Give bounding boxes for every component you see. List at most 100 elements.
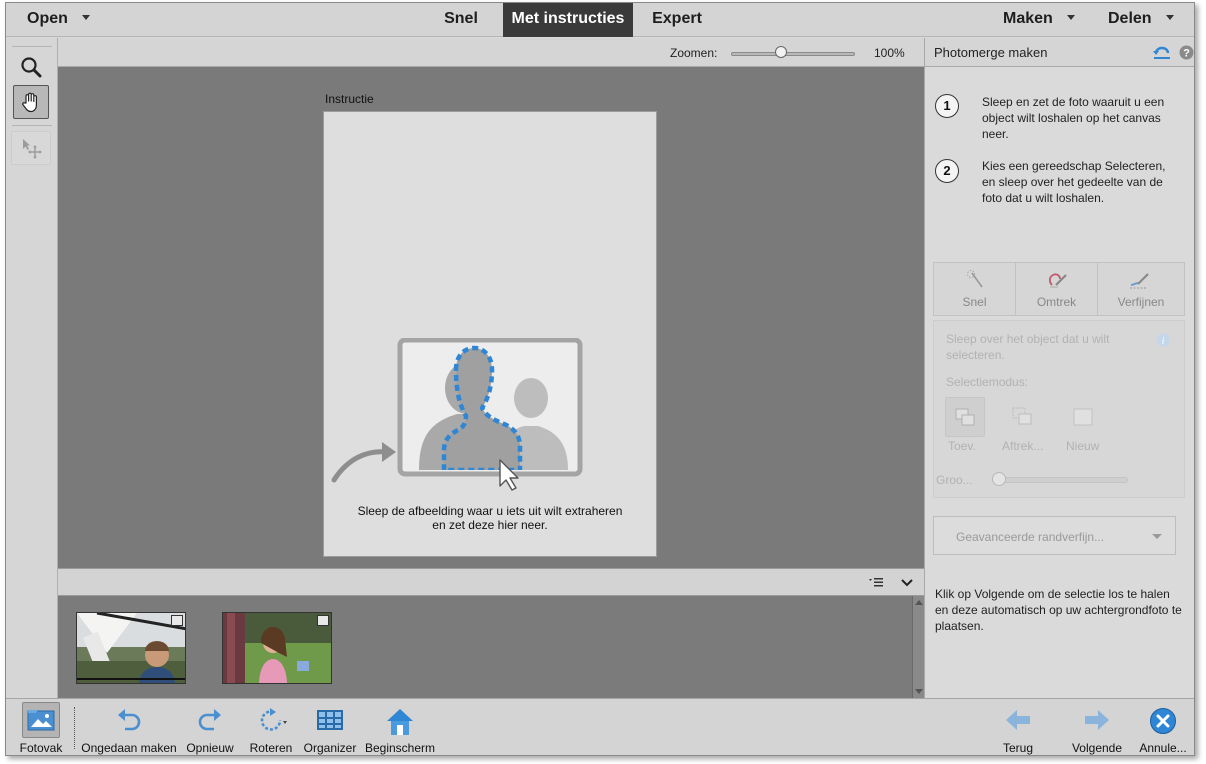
scroll-down-icon[interactable]: [915, 689, 923, 694]
tab-label: Snel: [962, 295, 987, 309]
move-tool-button[interactable]: [11, 131, 51, 165]
step-text: Kies een gereedschap Selecteren, en slee…: [982, 159, 1166, 205]
help-icon[interactable]: ?: [1179, 45, 1194, 60]
open-label: Open: [27, 10, 68, 27]
reset-icon[interactable]: [1153, 44, 1171, 60]
zoom-bar: Zoomen: 100%: [58, 38, 924, 67]
chevron-down-icon[interactable]: [900, 578, 914, 588]
close-circle-icon: [1150, 708, 1176, 734]
back-label: Terug: [1002, 741, 1034, 755]
advanced-refine-dropdown[interactable]: Geavanceerde randverfijn...: [933, 516, 1176, 555]
svg-text:?: ?: [1183, 48, 1190, 60]
tab-quick-selection[interactable]: Snel: [934, 263, 1016, 315]
panel-footer-text: Klik op Volgende om de selectie los te h…: [935, 587, 1182, 633]
refine-brush-icon: [1130, 273, 1149, 289]
drop-text-line-1: Sleep de afbeelding waar u iets uit wilt…: [357, 504, 623, 518]
rotate-button[interactable]: Roteren: [244, 699, 298, 755]
hand-icon: [22, 92, 37, 113]
selection-mode-label: Selectiemodus:: [946, 375, 1029, 389]
mode-add-button[interactable]: [945, 397, 985, 437]
photo-bin-label: Fotovak: [19, 741, 63, 755]
photo-image: [77, 613, 185, 683]
toolbox: [6, 38, 58, 698]
drop-text-line-2: en zet deze hier neer.: [432, 518, 548, 532]
brush-size-slider[interactable]: [992, 477, 1128, 483]
top-menu-bar: Open Snel Met instructies Expert Maken D…: [6, 3, 1194, 37]
app-window: Open Snel Met instructies Expert Maken D…: [5, 2, 1195, 756]
photo-badge-icon: [171, 615, 183, 626]
tab-label: Omtrek: [1036, 295, 1077, 309]
undo-label: Ongedaan maken: [81, 741, 177, 755]
photo-bin-icon: [27, 710, 55, 731]
mode-subtract-label: Aftrek...: [1002, 439, 1044, 453]
brush-size-label: Groo...: [936, 473, 973, 487]
chevron-down-icon: [81, 15, 90, 21]
step-text: Sleep en zet de foto waaruit u een objec…: [982, 95, 1165, 141]
tab-guided[interactable]: Met instructies: [503, 3, 633, 37]
undo-icon: [118, 709, 141, 731]
home-screen-button[interactable]: Beginscherm: [362, 699, 438, 755]
outline-brush-icon: [1048, 273, 1067, 288]
photo-image: [223, 613, 331, 683]
tab-expert[interactable]: Expert: [644, 3, 710, 37]
home-icon: [387, 709, 413, 735]
bin-options-icon[interactable]: [868, 577, 884, 589]
divider: [12, 46, 52, 47]
tab-refine-selection[interactable]: Verfijnen: [1098, 263, 1184, 315]
step-number: 2: [935, 159, 959, 183]
photo-bin-button[interactable]: Fotovak: [18, 699, 64, 755]
next-button[interactable]: Volgende: [1066, 699, 1128, 755]
quick-selection-icon: [967, 270, 983, 288]
divider: [12, 125, 52, 126]
share-label: Delen: [1108, 10, 1152, 27]
svg-text:i: i: [1162, 336, 1165, 347]
bin-scrollbar[interactable]: [912, 596, 924, 698]
create-menu[interactable]: Maken: [1003, 3, 1075, 37]
tab-outline-selection[interactable]: Omtrek: [1016, 263, 1098, 315]
chevron-down-icon: [1152, 534, 1162, 539]
tab-label: Verfijnen: [1117, 295, 1165, 309]
magnifier-icon: [21, 57, 42, 78]
chevron-down-icon: [1066, 15, 1075, 21]
open-menu[interactable]: Open: [27, 3, 90, 37]
arrow-left-icon: [1006, 710, 1030, 730]
add-mode-icon: [955, 408, 975, 426]
mode-new-label: Nieuw: [1066, 439, 1100, 453]
dropdown-value: Geavanceerde randverfijn...: [956, 530, 1105, 544]
brush-size-thumb[interactable]: [992, 472, 1006, 486]
mode-add-label: Toev.: [948, 439, 976, 453]
undo-button[interactable]: Ongedaan maken: [78, 699, 180, 755]
canvas-area[interactable]: Instructie Sleep de afbeelding waar u ie…: [58, 67, 924, 568]
cancel-button[interactable]: Annule...: [1136, 699, 1190, 755]
new-mode-icon[interactable]: [1072, 407, 1096, 429]
share-menu[interactable]: Delen: [1108, 3, 1174, 37]
drop-target-document[interactable]: Sleep de afbeelding waar u iets uit wilt…: [323, 111, 657, 557]
hand-tool-button[interactable]: [13, 85, 49, 119]
photo-bin: [58, 596, 924, 698]
zoom-tool-button[interactable]: [13, 50, 49, 84]
home-screen-label: Beginscherm: [364, 741, 436, 755]
organizer-grid-icon: [317, 710, 343, 730]
selection-hint: Sleep over het object dat u wilt selecte…: [946, 332, 1110, 362]
photo-badge-icon: [317, 615, 329, 626]
document-tab-label: Instructie: [325, 92, 374, 106]
subtract-mode-icon[interactable]: [1012, 407, 1036, 427]
organizer-button[interactable]: Organizer: [302, 699, 358, 755]
redo-label: Opnieuw: [186, 741, 234, 755]
zoom-slider-track[interactable]: [731, 52, 855, 56]
zoom-slider-thumb[interactable]: [774, 46, 787, 58]
arrow-right-icon: [1085, 710, 1109, 730]
scroll-up-icon[interactable]: [915, 600, 923, 605]
redo-button[interactable]: Opnieuw: [182, 699, 238, 755]
info-icon[interactable]: i: [1156, 333, 1170, 347]
photo-thumbnail[interactable]: [76, 612, 186, 684]
selection-tool-tabs: Snel Omtrek Verfijnen: [933, 262, 1185, 316]
rotate-label: Roteren: [249, 741, 293, 755]
photo-thumbnail[interactable]: [222, 612, 332, 684]
selection-options: Sleep over het object dat u wilt selecte…: [933, 320, 1185, 498]
next-label: Volgende: [1071, 741, 1123, 755]
tab-quick[interactable]: Snel: [431, 3, 491, 37]
cancel-label: Annule...: [1139, 741, 1187, 755]
panel-title: Photomerge maken: [934, 45, 1048, 60]
back-button[interactable]: Terug: [992, 699, 1044, 755]
